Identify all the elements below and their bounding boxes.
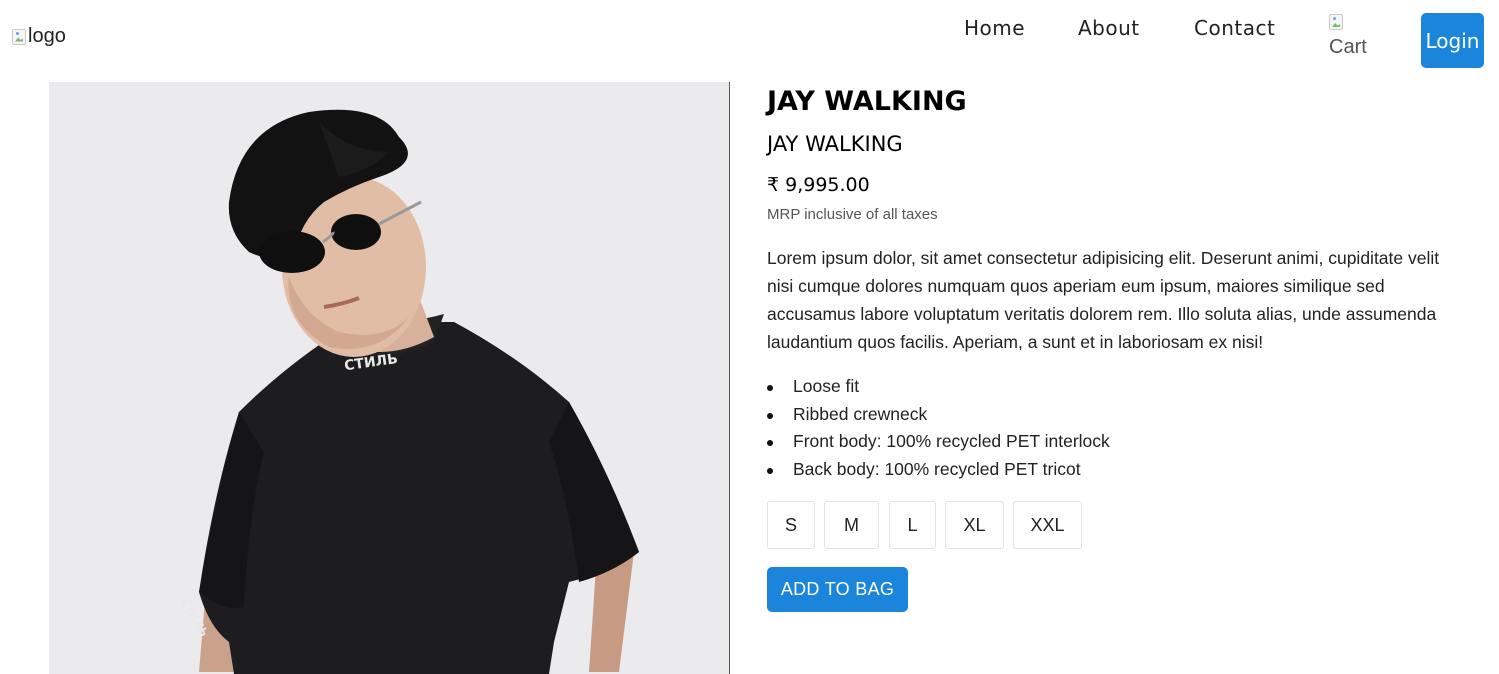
product-image: СТИЛЬ СТИЛЬ — [49, 82, 729, 674]
product-page: logo Home About Contact Cart Login СТИЛЬ… — [0, 0, 1499, 674]
feature-item: Ribbed crewneck — [767, 401, 1110, 429]
size-option-xl[interactable]: XL — [945, 501, 1004, 549]
cart-alt-text: Cart — [1329, 36, 1367, 58]
product-subtitle: JAY WALKING — [767, 132, 903, 156]
size-option-s[interactable]: S — [767, 501, 815, 549]
feature-item: Loose fit — [767, 373, 1110, 401]
broken-image-icon — [1329, 14, 1343, 30]
cart-link[interactable]: Cart — [1328, 13, 1368, 63]
broken-image-icon — [12, 28, 26, 45]
logo-alt-text: logo — [28, 25, 66, 47]
nav-about[interactable]: About — [1078, 16, 1140, 40]
nav-home[interactable]: Home — [964, 16, 1025, 40]
site-header: logo Home About Contact Cart Login — [0, 0, 1499, 82]
add-to-bag-button[interactable]: ADD TO BAG — [767, 567, 908, 612]
logo[interactable]: logo — [12, 25, 66, 48]
image-divider — [729, 82, 730, 674]
feature-item: Back body: 100% recycled PET tricot — [767, 456, 1110, 484]
product-title: JAY WALKING — [767, 86, 967, 117]
product-description: Lorem ipsum dolor, sit amet consectetur … — [767, 248, 1440, 352]
size-option-m[interactable]: M — [824, 501, 879, 549]
product-price: ₹ 9,995.00 — [767, 174, 870, 196]
price-note: MRP inclusive of all taxes — [767, 206, 938, 223]
login-button[interactable]: Login — [1421, 13, 1484, 68]
model-photo: СТИЛЬ СТИЛЬ — [49, 82, 729, 674]
nav-contact[interactable]: Contact — [1194, 16, 1275, 40]
size-option-xxl[interactable]: XXL — [1013, 501, 1082, 549]
feature-item: Front body: 100% recycled PET interlock — [767, 428, 1110, 456]
feature-list: Loose fit Ribbed crewneck Front body: 10… — [767, 373, 1110, 484]
size-option-l[interactable]: L — [889, 501, 936, 549]
